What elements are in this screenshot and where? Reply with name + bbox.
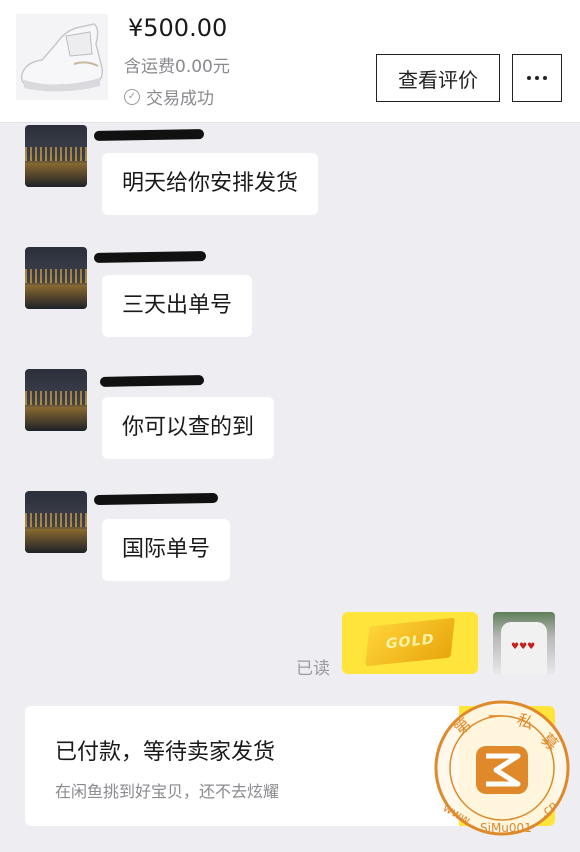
avatar-water — [25, 163, 87, 187]
redacted-username — [93, 129, 205, 141]
seller-avatar[interactable] — [25, 125, 87, 187]
redacted-username — [93, 251, 207, 263]
svg-text:SiMu001: SiMu001 — [480, 821, 532, 835]
trade-status: ✓ 交易成功 — [124, 84, 214, 109]
avatar-water — [25, 407, 87, 431]
redacted-username — [99, 375, 205, 387]
order-header: ¥500.00 含运费0.00元 ✓ 交易成功 查看评价 — [0, 0, 580, 123]
message-bubble[interactable]: 三天出单号 — [102, 275, 253, 337]
order-price: ¥500.00 — [128, 14, 228, 42]
watermark-seal: 第 一 私 募 www. SiMu001 .cn — [432, 690, 572, 840]
seller-avatar[interactable] — [25, 247, 87, 309]
shipping-fee: 含运费0.00元 — [124, 57, 230, 77]
avatar-skyline — [25, 269, 87, 283]
redacted-username — [93, 492, 219, 506]
message-bubble[interactable]: 你可以查的到 — [102, 397, 275, 459]
hearts-icon: ♥♥♥ — [511, 642, 536, 652]
notice-title: 已付款，等待卖家发货 — [55, 740, 276, 765]
check-circle-icon: ✓ — [124, 88, 140, 105]
read-receipt: 已读 — [296, 659, 330, 679]
seller-avatar[interactable] — [25, 491, 87, 553]
notice-subtitle: 在闲鱼挑到好宝贝，还不去炫耀 — [55, 782, 280, 801]
view-review-button[interactable]: 查看评价 — [376, 54, 500, 102]
avatar-water — [25, 285, 87, 309]
more-icon-dot — [543, 76, 547, 80]
message-bubble[interactable]: 明天给你安排发货 — [102, 153, 319, 215]
user-avatar[interactable]: ♥♥♥ — [493, 612, 555, 674]
gold-bar-sticker[interactable]: GOLD — [342, 612, 478, 674]
more-icon-dot — [535, 76, 539, 80]
more-options-button[interactable] — [512, 54, 562, 102]
product-thumbnail[interactable] — [16, 14, 108, 100]
sneaker-image — [20, 23, 104, 92]
avatar-skyline — [25, 391, 87, 405]
svg-text:一: 一 — [488, 707, 504, 726]
avatar-skyline — [25, 513, 87, 527]
avatar-water — [25, 529, 87, 553]
seller-avatar[interactable] — [25, 369, 87, 431]
more-icon — [527, 76, 531, 80]
gold-bar-image: GOLD — [365, 617, 455, 667]
avatar-skyline — [25, 147, 87, 161]
message-bubble[interactable]: 国际单号 — [102, 519, 231, 581]
trade-status-label: 交易成功 — [146, 89, 214, 109]
